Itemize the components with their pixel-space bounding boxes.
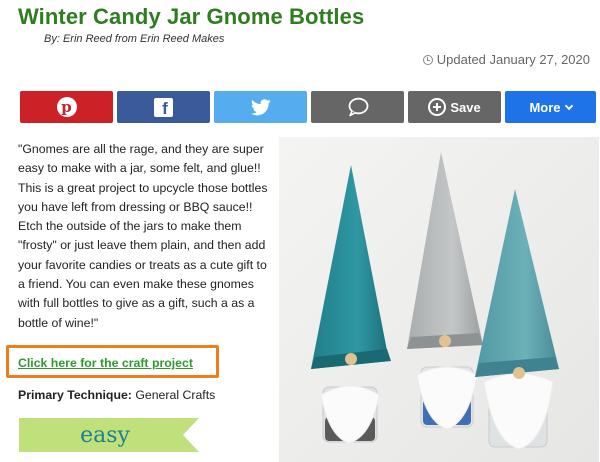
share-bar: p f Save More	[20, 91, 596, 123]
gnome-bottles-photo	[279, 137, 599, 462]
twitter-icon	[250, 98, 271, 115]
page-title: Winter Candy Jar Gnome Bottles	[18, 4, 365, 29]
pinterest-icon: p	[56, 97, 77, 117]
updated-date: Updated January 27, 2020	[422, 52, 590, 67]
save-label: Save	[450, 99, 481, 115]
byline: By: Erin Reed from Erin Reed Makes	[44, 33, 225, 45]
facebook-share-button[interactable]: f	[117, 91, 210, 123]
clock-icon	[422, 54, 433, 65]
technique-label: Primary Technique:	[18, 388, 132, 402]
plus-circle-icon	[428, 98, 447, 116]
craft-project-link[interactable]: Click here for the craft project	[18, 356, 193, 370]
chevron-down-icon	[564, 101, 573, 110]
technique-value: General Crafts	[135, 388, 216, 402]
comment-button[interactable]	[311, 91, 404, 123]
updated-text: Updated January 27, 2020	[436, 52, 590, 67]
more-label: More	[529, 99, 561, 115]
comment-icon	[348, 97, 368, 117]
primary-technique: Primary Technique: General Crafts	[18, 388, 215, 402]
more-button[interactable]: More	[505, 91, 596, 123]
pinterest-share-button[interactable]: p	[20, 91, 113, 123]
twitter-share-button[interactable]	[214, 91, 307, 123]
save-button[interactable]: Save	[408, 91, 501, 123]
project-description: "Gnomes are all the rage, and they are s…	[18, 142, 268, 330]
difficulty-label: easy	[80, 422, 130, 448]
facebook-icon: f	[154, 97, 173, 117]
